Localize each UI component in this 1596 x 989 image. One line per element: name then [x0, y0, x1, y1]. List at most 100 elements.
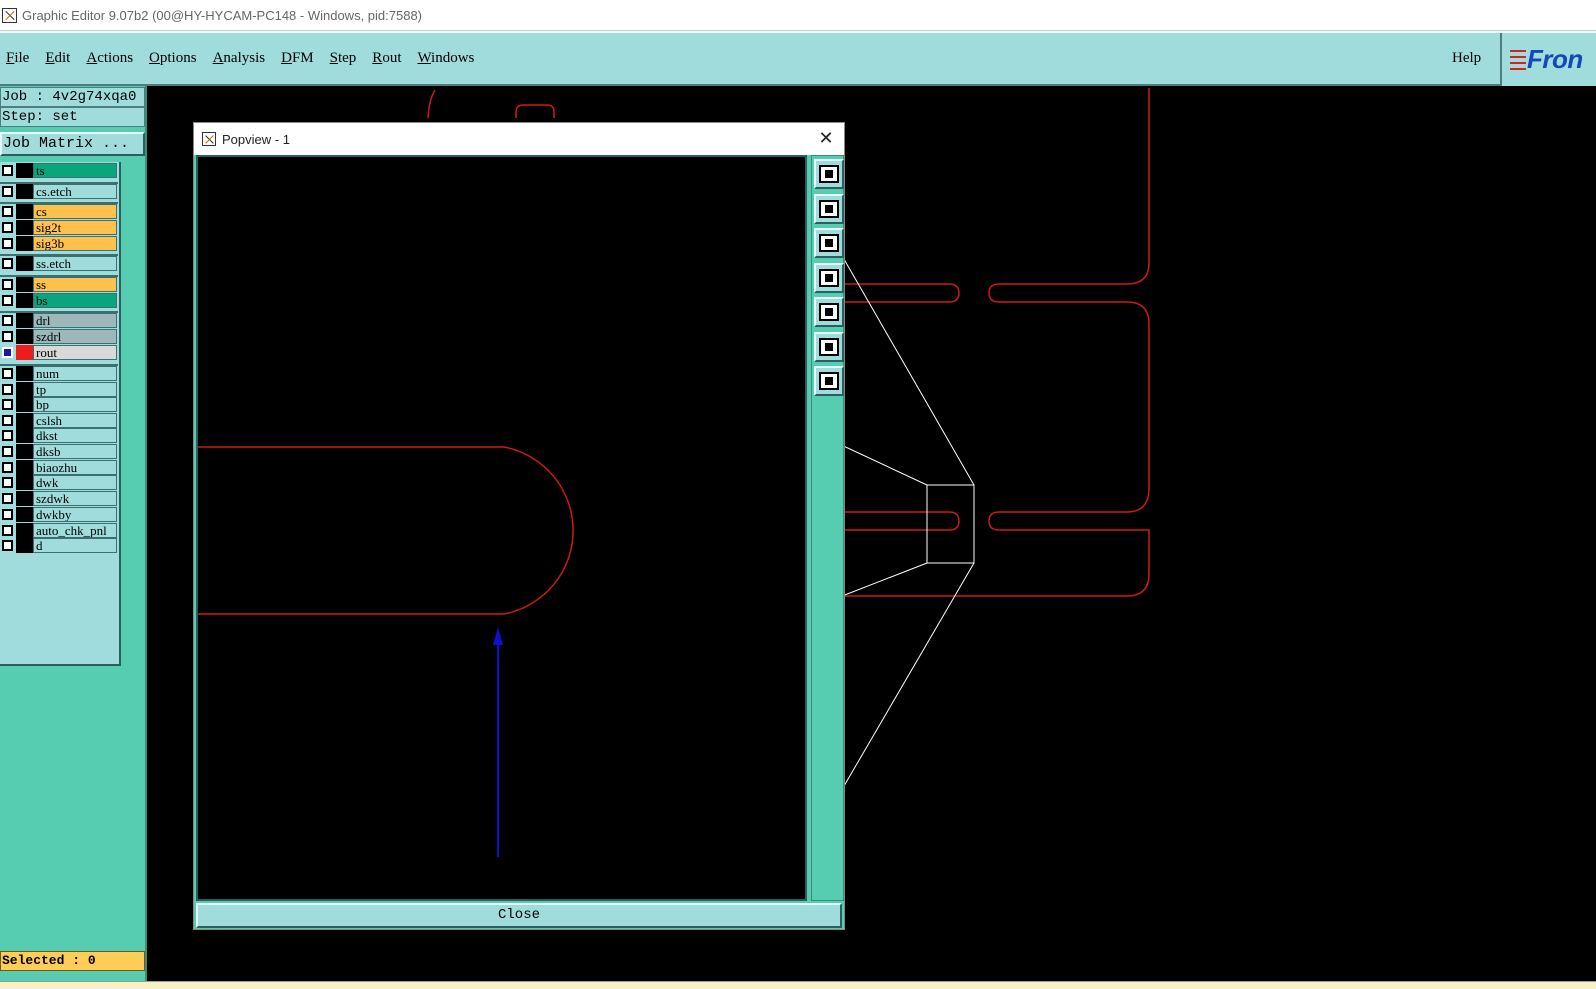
layer-color-swatch[interactable] [16, 382, 33, 397]
layer-color-swatch[interactable] [16, 329, 33, 344]
layer-color-swatch[interactable] [16, 538, 33, 553]
layer-color-swatch[interactable] [16, 345, 33, 360]
layer-row-ss.etch[interactable]: ss.etch [0, 256, 118, 271]
layer-checkbox[interactable] [2, 415, 13, 426]
layer-checkbox[interactable] [2, 279, 13, 290]
layer-checkbox[interactable] [2, 477, 13, 488]
layer-color-swatch[interactable] [16, 204, 33, 219]
job-matrix-button[interactable]: Job Matrix ... [0, 132, 145, 156]
layer-name[interactable]: dksb [33, 444, 117, 459]
menu-dfm[interactable]: DFM [281, 50, 314, 67]
layer-row-dkst[interactable]: dkst [0, 428, 118, 443]
layer-name[interactable]: cs [33, 204, 117, 219]
layer-checkbox[interactable] [2, 368, 13, 379]
popview-close-button[interactable]: Close [196, 903, 842, 928]
layer-checkbox[interactable] [2, 186, 13, 197]
layer-checkbox[interactable] [2, 525, 13, 536]
layer-checkbox[interactable] [2, 238, 13, 249]
layer-name[interactable]: num [33, 366, 117, 381]
layer-name[interactable]: tp [33, 382, 117, 397]
menu-actions[interactable]: Actions [86, 50, 133, 67]
layer-checkbox[interactable] [2, 331, 13, 342]
layer-name[interactable]: auto_chk_pnl [33, 523, 117, 538]
layer-row-biaozhu[interactable]: biaozhu [0, 460, 118, 475]
layer-color-swatch[interactable] [16, 277, 33, 292]
layer-color-swatch[interactable] [16, 184, 33, 199]
layer-row-bp[interactable]: bp [0, 397, 118, 412]
layer-name[interactable]: rout [33, 345, 117, 360]
close-icon[interactable]: ✕ [816, 129, 836, 149]
layer-row-rout[interactable]: rout [0, 345, 118, 360]
layer-checkbox[interactable] [2, 222, 13, 233]
layer-row-sig3b[interactable]: sig3b [0, 236, 118, 251]
layer-checkbox[interactable] [2, 258, 13, 269]
pan-right-button[interactable] [814, 297, 844, 327]
layer-row-drl[interactable]: drl [0, 313, 118, 328]
layer-color-swatch[interactable] [16, 413, 33, 428]
layer-name[interactable]: bp [33, 397, 117, 412]
layer-checkbox[interactable] [2, 295, 13, 306]
layer-row-d[interactable]: d [0, 538, 118, 553]
layer-name[interactable]: dkst [33, 428, 117, 443]
layer-name[interactable]: dwkby [33, 507, 117, 522]
layer-row-ts[interactable]: ts [0, 163, 118, 178]
menu-edit[interactable]: Edit [45, 50, 70, 67]
layer-name[interactable]: ss [33, 277, 117, 292]
layer-name[interactable]: sig3b [33, 236, 117, 251]
layer-name[interactable]: cs.etch [33, 184, 117, 199]
pan-up-button[interactable] [814, 193, 844, 224]
layer-row-cslsh[interactable]: cslsh [0, 413, 118, 428]
layer-color-swatch[interactable] [16, 256, 33, 271]
layer-row-cs.etch[interactable]: cs.etch [0, 184, 118, 199]
layer-color-swatch[interactable] [16, 507, 33, 522]
layer-row-tp[interactable]: tp [0, 382, 118, 397]
layer-name[interactable]: szdrl [33, 329, 117, 344]
layer-row-ss[interactable]: ss [0, 277, 118, 292]
menu-step[interactable]: Step [330, 50, 357, 67]
layer-row-szdrl[interactable]: szdrl [0, 329, 118, 344]
layer-row-num[interactable]: num [0, 366, 118, 381]
layer-color-swatch[interactable] [16, 444, 33, 459]
layer-name[interactable]: biaozhu [33, 460, 117, 475]
pan-left-button[interactable] [814, 262, 844, 293]
layer-color-swatch[interactable] [16, 523, 33, 538]
layer-row-szdwk[interactable]: szdwk [0, 491, 118, 506]
layer-checkbox[interactable] [2, 347, 13, 358]
layer-row-dwkby[interactable]: dwkby [0, 507, 118, 522]
help-menu[interactable]: Help [1452, 33, 1481, 84]
layer-row-dksb[interactable]: dksb [0, 444, 118, 459]
layer-row-bs[interactable]: bs [0, 293, 118, 308]
layer-name[interactable]: szdwk [33, 491, 117, 506]
layer-color-swatch[interactable] [16, 236, 33, 251]
layer-checkbox[interactable] [2, 462, 13, 473]
menu-rout[interactable]: Rout [372, 50, 401, 67]
layer-checkbox[interactable] [2, 493, 13, 504]
layer-name[interactable]: dwk [33, 475, 117, 490]
layer-name[interactable]: d [33, 538, 117, 553]
layer-name[interactable]: cslsh [33, 413, 117, 428]
layer-checkbox[interactable] [2, 399, 13, 410]
pan-down-button[interactable] [814, 228, 844, 258]
menu-analysis[interactable]: Analysis [213, 50, 266, 67]
layer-checkbox[interactable] [2, 165, 13, 176]
layer-color-swatch[interactable] [16, 460, 33, 475]
layer-color-swatch[interactable] [16, 293, 33, 308]
layer-color-swatch[interactable] [16, 313, 33, 328]
menu-file[interactable]: File [6, 50, 29, 67]
layer-name[interactable]: bs [33, 293, 117, 308]
layer-color-swatch[interactable] [16, 220, 33, 235]
layer-checkbox[interactable] [2, 315, 13, 326]
layer-name[interactable]: ss.etch [33, 256, 117, 271]
layer-name[interactable]: drl [33, 313, 117, 328]
popview-canvas[interactable] [196, 155, 807, 901]
layer-row-dwk[interactable]: dwk [0, 475, 118, 490]
layer-color-swatch[interactable] [16, 397, 33, 412]
layer-color-swatch[interactable] [16, 475, 33, 490]
layer-name[interactable]: ts [33, 163, 117, 178]
zoom-center-button[interactable] [814, 366, 844, 396]
layer-color-swatch[interactable] [16, 366, 33, 381]
layer-color-swatch[interactable] [16, 428, 33, 443]
menu-options[interactable]: Options [149, 50, 197, 67]
layer-checkbox[interactable] [2, 430, 13, 441]
layer-checkbox[interactable] [2, 384, 13, 395]
